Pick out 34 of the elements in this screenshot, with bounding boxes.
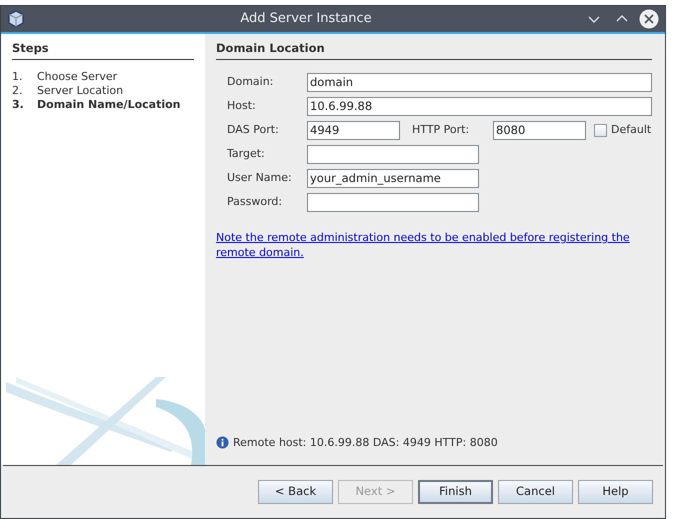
- input-field[interactable]: your_admin_username: [307, 168, 479, 188]
- checkbox[interactable]: [594, 124, 607, 137]
- input-field[interactable]: domain: [307, 72, 652, 92]
- window-title: Add Server Instance: [239, 10, 373, 28]
- info-icon: [216, 436, 229, 450]
- cube-icon: [7, 10, 25, 28]
- step-number: 1.: [12, 70, 24, 84]
- input-field[interactable]: [307, 192, 479, 212]
- dialog-button[interactable]: < Back: [258, 480, 333, 504]
- step-number: 2.: [12, 84, 24, 98]
- field-label: User Name:: [227, 170, 293, 186]
- dialog-button[interactable]: Cancel: [498, 480, 573, 504]
- field-label: Password:: [227, 194, 284, 210]
- field-label: HTTP Port:: [412, 122, 470, 138]
- input-field[interactable]: [307, 144, 479, 164]
- input-field[interactable]: 8080: [493, 120, 586, 140]
- step-label: Domain Name/Location: [37, 98, 180, 112]
- input-field[interactable]: 10.6.99.88: [307, 96, 652, 116]
- note-link[interactable]: Note the remote administration needs to be enabled before registering the remote domain.: [216, 230, 631, 260]
- field-label: DAS Port:: [227, 122, 280, 138]
- field-label: Domain:: [227, 74, 274, 90]
- field-label: Host:: [227, 98, 257, 114]
- steps-heading: Steps: [12, 40, 194, 60]
- checkbox-label: Default: [611, 122, 652, 138]
- dialog-button[interactable]: Finish: [418, 480, 493, 504]
- dialog-button[interactable]: Help: [578, 480, 653, 504]
- close-icon[interactable]: [639, 9, 659, 29]
- input-field[interactable]: 4949: [307, 120, 400, 140]
- info-text: Remote host: 10.6.99.88 DAS: 4949 HTTP: 8080: [233, 434, 498, 450]
- field-label: Target:: [227, 146, 266, 162]
- section-heading: Domain Location: [216, 40, 652, 60]
- step-label: Choose Server: [37, 70, 118, 84]
- step-label: Server Location: [37, 84, 124, 98]
- step-number: 3.: [12, 98, 25, 112]
